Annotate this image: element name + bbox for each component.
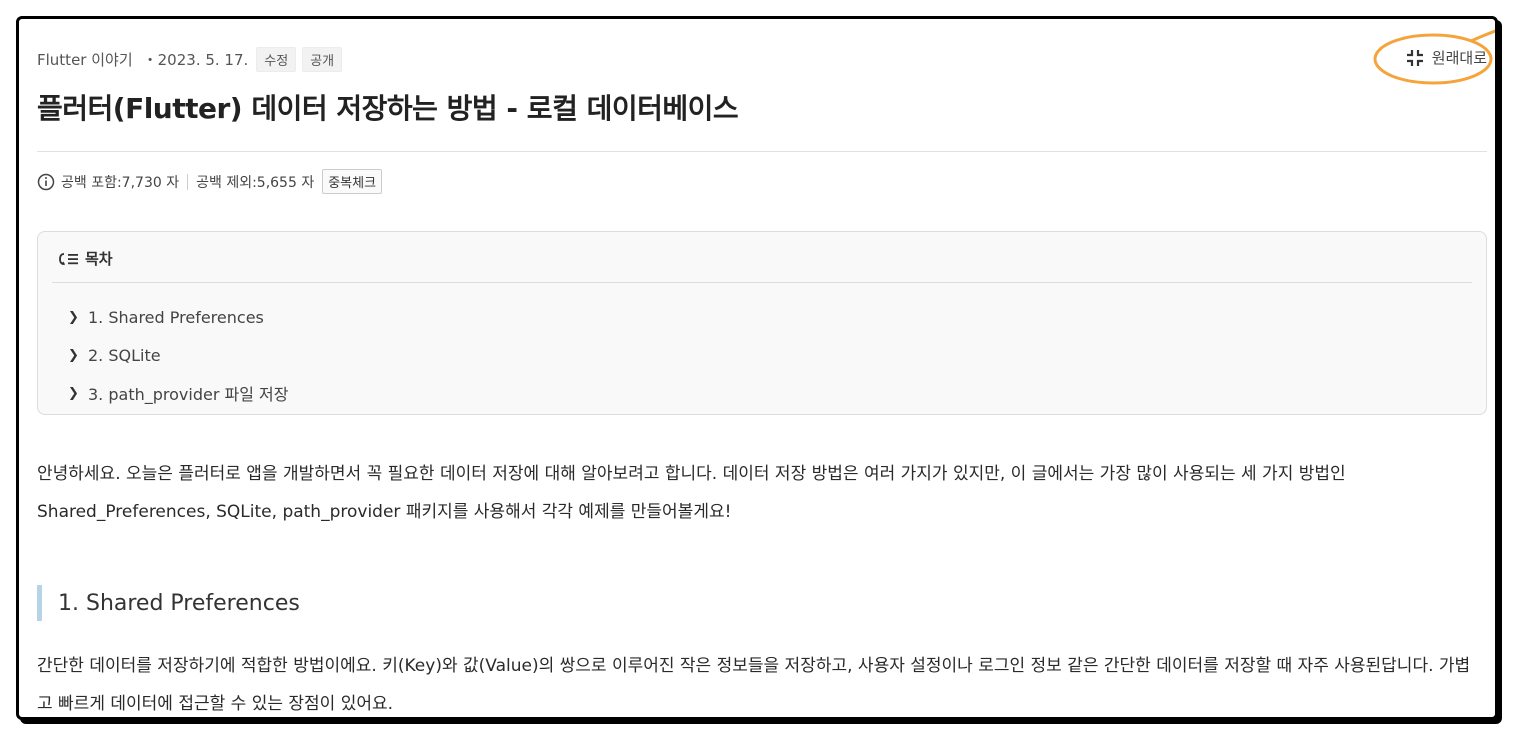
info-icon bbox=[37, 173, 55, 190]
chevron-right-icon: ❯ bbox=[68, 385, 79, 401]
toc-item[interactable]: ❯ 2. SQLite bbox=[68, 336, 288, 374]
count-separator bbox=[187, 173, 189, 190]
editor-frame: Flutter 이야기 ・2023. 5. 17. 수정 공개 원래대로 플러터… bbox=[16, 16, 1498, 720]
character-count: 공백 포함:7,730 자 공백 제외:5,655 자 중복체크 bbox=[37, 169, 383, 194]
title-divider bbox=[37, 151, 1487, 152]
toc-list: ❯ 1. Shared Preferences ❯ 2. SQLite ❯ 3.… bbox=[68, 298, 288, 412]
section-paragraph[interactable]: 간단한 데이터를 저장하기에 적합한 방법이에요. 키(Key)와 값(Valu… bbox=[37, 647, 1483, 717]
toc-item[interactable]: ❯ 1. Shared Preferences bbox=[68, 298, 288, 336]
toc-divider bbox=[52, 282, 1472, 283]
post-meta: Flutter 이야기 ・2023. 5. 17. 수정 공개 bbox=[37, 47, 348, 72]
visibility-badge[interactable]: 공개 bbox=[302, 47, 343, 72]
collapse-icon bbox=[1406, 49, 1423, 66]
count-with-spaces: 공백 포함:7,730 자 bbox=[61, 174, 180, 191]
category-link[interactable]: Flutter 이야기 bbox=[37, 49, 133, 70]
intro-paragraph[interactable]: 안녕하세요. 오늘은 플러터로 앱을 개발하면서 꼭 필요한 데이터 저장에 대… bbox=[37, 455, 1483, 531]
post-date: ・2023. 5. 17. bbox=[142, 51, 249, 69]
chevron-right-icon: ❯ bbox=[68, 347, 79, 363]
section-heading[interactable]: 1. Shared Preferences bbox=[37, 585, 300, 621]
table-of-contents: 목차 ❯ 1. Shared Preferences ❯ 2. SQLite ❯… bbox=[37, 231, 1487, 415]
page-title: 플러터(Flutter) 데이터 저장하는 방법 - 로컬 데이터베이스 bbox=[37, 92, 739, 125]
toc-heading: 목차 bbox=[85, 250, 113, 268]
duplicate-check-button[interactable]: 중복체크 bbox=[322, 169, 383, 194]
chevron-right-icon: ❯ bbox=[68, 309, 79, 325]
toc-list-icon bbox=[59, 252, 78, 265]
count-without-spaces: 공백 제외:5,655 자 bbox=[196, 174, 315, 191]
toc-item-label: 2. SQLite bbox=[88, 345, 161, 365]
edit-button[interactable]: 수정 bbox=[256, 47, 297, 72]
toc-header[interactable]: 목차 bbox=[58, 248, 113, 269]
toc-item-label: 1. Shared Preferences bbox=[88, 307, 264, 327]
toc-item-label: 3. path_provider 파일 저장 bbox=[88, 385, 289, 404]
restore-label: 원래대로 bbox=[1431, 49, 1487, 67]
toc-item[interactable]: ❯ 3. path_provider 파일 저장 bbox=[68, 374, 288, 412]
restore-button[interactable]: 원래대로 bbox=[1406, 47, 1487, 68]
